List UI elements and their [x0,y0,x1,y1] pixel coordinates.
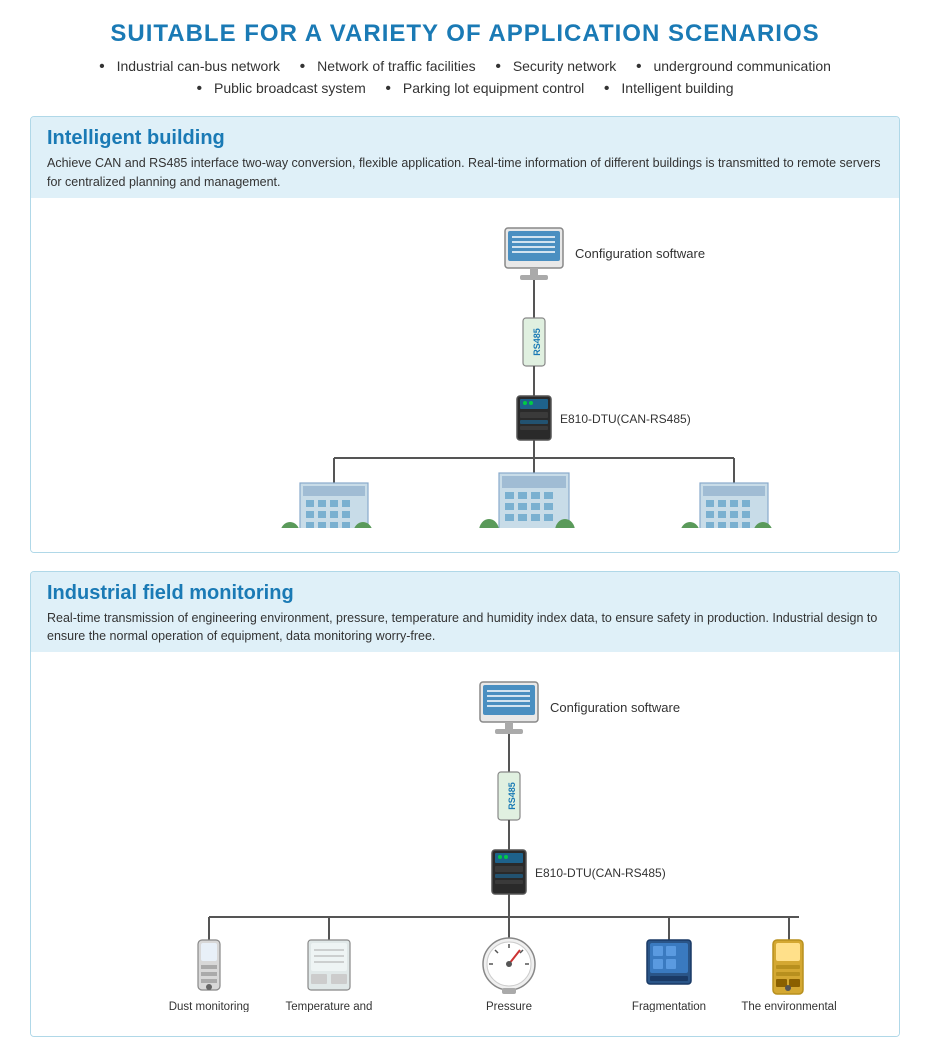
bullet-2: Network of traffic facilities [317,58,475,74]
page-wrapper: SUITABLE FOR A VARIETY OF APPLICATION SC… [0,0,930,1057]
bullet-4: underground communication [653,58,830,74]
bullet-5: Public broadcast system [214,80,366,96]
industrial-monitoring-header: Industrial field monitoring Real-time tr… [31,572,899,653]
main-title: SUITABLE FOR A VARIETY OF APPLICATION SC… [30,20,900,48]
intelligent-building-diagram: Configuration software RS485 E810-D [31,198,899,552]
config-label-2: Configuration software [550,700,680,715]
bullet-7: Intelligent building [621,80,733,96]
intelligent-building-desc: Achieve CAN and RS485 interface two-way … [47,154,883,192]
ib-diagram-svg: Configuration software RS485 E810-D [115,218,815,528]
intelligent-building-card: Intelligent building Achieve CAN and RS4… [30,116,900,553]
bullet-3: Security network [513,58,616,74]
bullets-line1: • Industrial can-bus network • Network o… [30,58,900,76]
device-label-env: The environmental [741,1001,836,1012]
bullet-1: Industrial can-bus network [117,58,280,74]
device-label-pressure: Pressure [486,1001,532,1012]
dtu-label-1: E810-DTU(CAN-RS485) [560,412,691,426]
device-label-temp: Temperature and [286,1001,373,1012]
industrial-monitoring-diagram: Configuration software RS485 E810-DTU(CA… [31,652,899,1036]
dtu-label-2: E810-DTU(CAN-RS485) [535,866,666,880]
intelligent-building-title: Intelligent building [47,127,883,150]
device-label-frag: Fragmentation [632,1001,706,1012]
rs485-label-1: RS485 [532,328,542,356]
im-diagram-svg: Configuration software RS485 E810-DTU(CA… [90,672,840,1012]
device-label-dust: Dust monitoring [169,1001,250,1012]
config-label-1: Configuration software [575,246,705,261]
intelligent-building-header: Intelligent building Achieve CAN and RS4… [31,117,899,198]
industrial-monitoring-title: Industrial field monitoring [47,582,883,605]
bullets-line2: • Public broadcast system • Parking lot … [30,80,900,98]
industrial-monitoring-desc: Real-time transmission of engineering en… [47,609,883,647]
bullet-6: Parking lot equipment control [403,80,584,96]
rs485-label-2: RS485 [507,782,517,810]
industrial-monitoring-card: Industrial field monitoring Real-time tr… [30,571,900,1038]
